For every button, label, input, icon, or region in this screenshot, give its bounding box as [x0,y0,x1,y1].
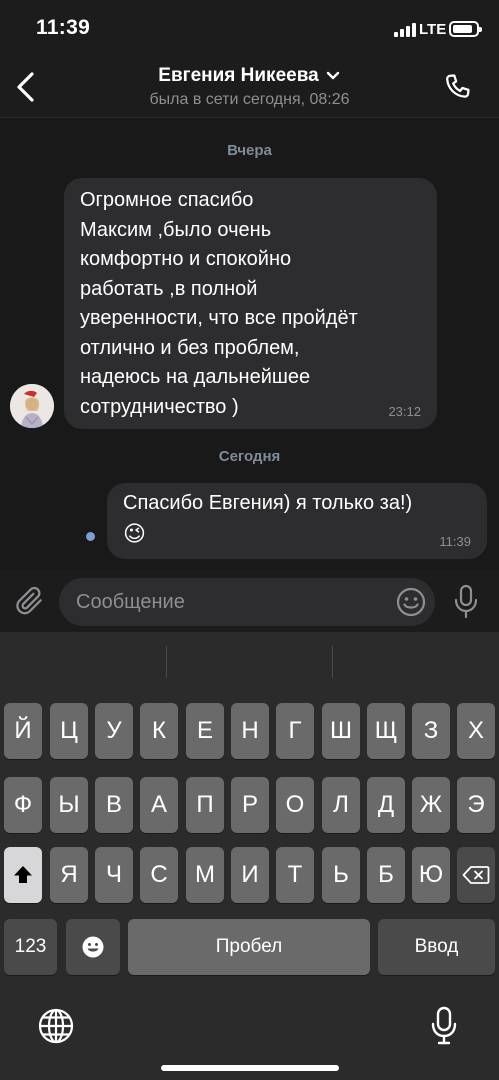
contact-last-seen: была в сети сегодня, 08:26 [149,91,350,108]
contact-name-text: Евгения Никеева [158,65,319,86]
battery-icon [449,21,482,37]
contact-name[interactable]: Евгения Никеева [0,65,499,87]
key[interactable]: О [276,777,314,833]
chat-header: Евгения Никеева была в сети сегодня, 08:… [0,58,499,118]
message-line: Спасибо Евгения) я только за!) [123,492,413,514]
return-key[interactable]: Ввод [378,919,495,975]
message-line: отлично и без проблем, [80,336,300,359]
unread-indicator [86,532,95,541]
voice-message-button[interactable] [452,584,480,620]
message-input[interactable] [59,578,435,626]
key[interactable]: Ф [4,777,42,833]
space-key[interactable]: Пробел [128,919,370,975]
emoji-keyboard-key[interactable] [66,919,120,975]
emoji-icon [82,936,104,958]
microphone-icon [431,1006,457,1045]
wink-emoji: 😉 [123,520,146,546]
key[interactable]: Л [322,777,360,833]
key[interactable]: Ц [50,703,88,759]
paperclip-icon [16,586,42,615]
key[interactable]: Т [276,847,314,903]
key[interactable]: М [186,847,224,903]
dictation-button[interactable] [430,1006,458,1046]
suggestion-divider [166,646,167,678]
key[interactable]: Ю [412,847,450,903]
outgoing-message-text: Спасибо Евгения) я только за!) 😉 [123,489,479,549]
contact-avatar-image [10,384,54,428]
key[interactable]: Ж [412,777,450,833]
key[interactable]: Ь [322,847,360,903]
key[interactable]: Ы [50,777,88,833]
chat-screen: 11:39 LTE Евгения Никеева была в сети се… [0,0,499,1080]
avatar[interactable] [10,384,54,428]
key[interactable]: П [186,777,224,833]
attach-button[interactable] [14,584,46,618]
microphone-icon [454,584,478,619]
smiley-icon [396,587,426,617]
key[interactable]: Й [4,703,42,759]
message-list[interactable]: Вчера Огромное спасибо Максим ,было очен… [0,118,499,570]
key[interactable]: Э [457,777,495,833]
backspace-key[interactable] [457,847,495,903]
key[interactable]: Б [367,847,405,903]
key[interactable]: А [140,777,178,833]
globe-button[interactable] [38,1008,74,1044]
outgoing-message-bubble[interactable]: Спасибо Евгения) я только за!) 😉 11:39 [107,483,487,559]
numbers-key[interactable]: 123 [4,919,57,975]
key[interactable]: Е [186,703,224,759]
status-time: 11:39 [36,16,91,39]
key[interactable]: В [95,777,133,833]
key[interactable]: Ч [95,847,133,903]
key[interactable]: Я [50,847,88,903]
key[interactable]: Н [231,703,269,759]
status-bar: 11:39 LTE [0,0,499,58]
key[interactable]: У [95,703,133,759]
key[interactable]: Щ [367,703,405,759]
network-type: LTE [419,21,447,38]
chevron-down-icon [326,71,339,80]
key[interactable]: К [140,703,178,759]
shift-key[interactable] [4,847,42,903]
call-button[interactable] [442,72,474,104]
signal-icon [394,23,416,37]
key[interactable]: Ш [322,703,360,759]
message-line: сотрудничество ) [80,395,239,418]
key[interactable]: И [231,847,269,903]
emoji-button[interactable] [395,586,427,618]
message-line: работать ,в полной [80,277,258,300]
key[interactable]: Г [276,703,314,759]
backspace-icon [462,866,490,884]
message-line: Огромное спасибо [80,189,254,211]
message-line: уверенности, что все пройдёт [80,307,358,329]
message-line: комфортно и спокойно [80,248,292,270]
key[interactable]: С [140,847,178,903]
date-separator: Сегодня [218,448,281,465]
incoming-message-bubble[interactable]: Огромное спасибо Максим ,было очень комф… [64,178,437,429]
key[interactable]: Д [367,777,405,833]
message-line: надеюсь на дальнейшее [80,366,311,388]
message-time: 11:39 [439,534,471,549]
suggestion-divider [332,646,333,678]
key[interactable]: Х [457,703,495,759]
key[interactable]: З [412,703,450,759]
shift-arrow-icon [14,866,32,883]
message-time: 23:12 [388,404,421,419]
home-indicator [161,1065,339,1071]
date-separator: Вчера [227,142,272,159]
message-composer [0,570,499,632]
incoming-message-text: Огромное спасибо Максим ,было очень комф… [80,186,425,422]
phone-icon [446,74,470,98]
key[interactable]: Р [231,777,269,833]
globe-icon [38,1008,74,1044]
message-line: Максим ,было очень [80,218,272,241]
keyboard: Й Ц У К Е Н Г Ш Щ З Х Ф Ы В А П Р О Л Д … [0,632,499,1080]
